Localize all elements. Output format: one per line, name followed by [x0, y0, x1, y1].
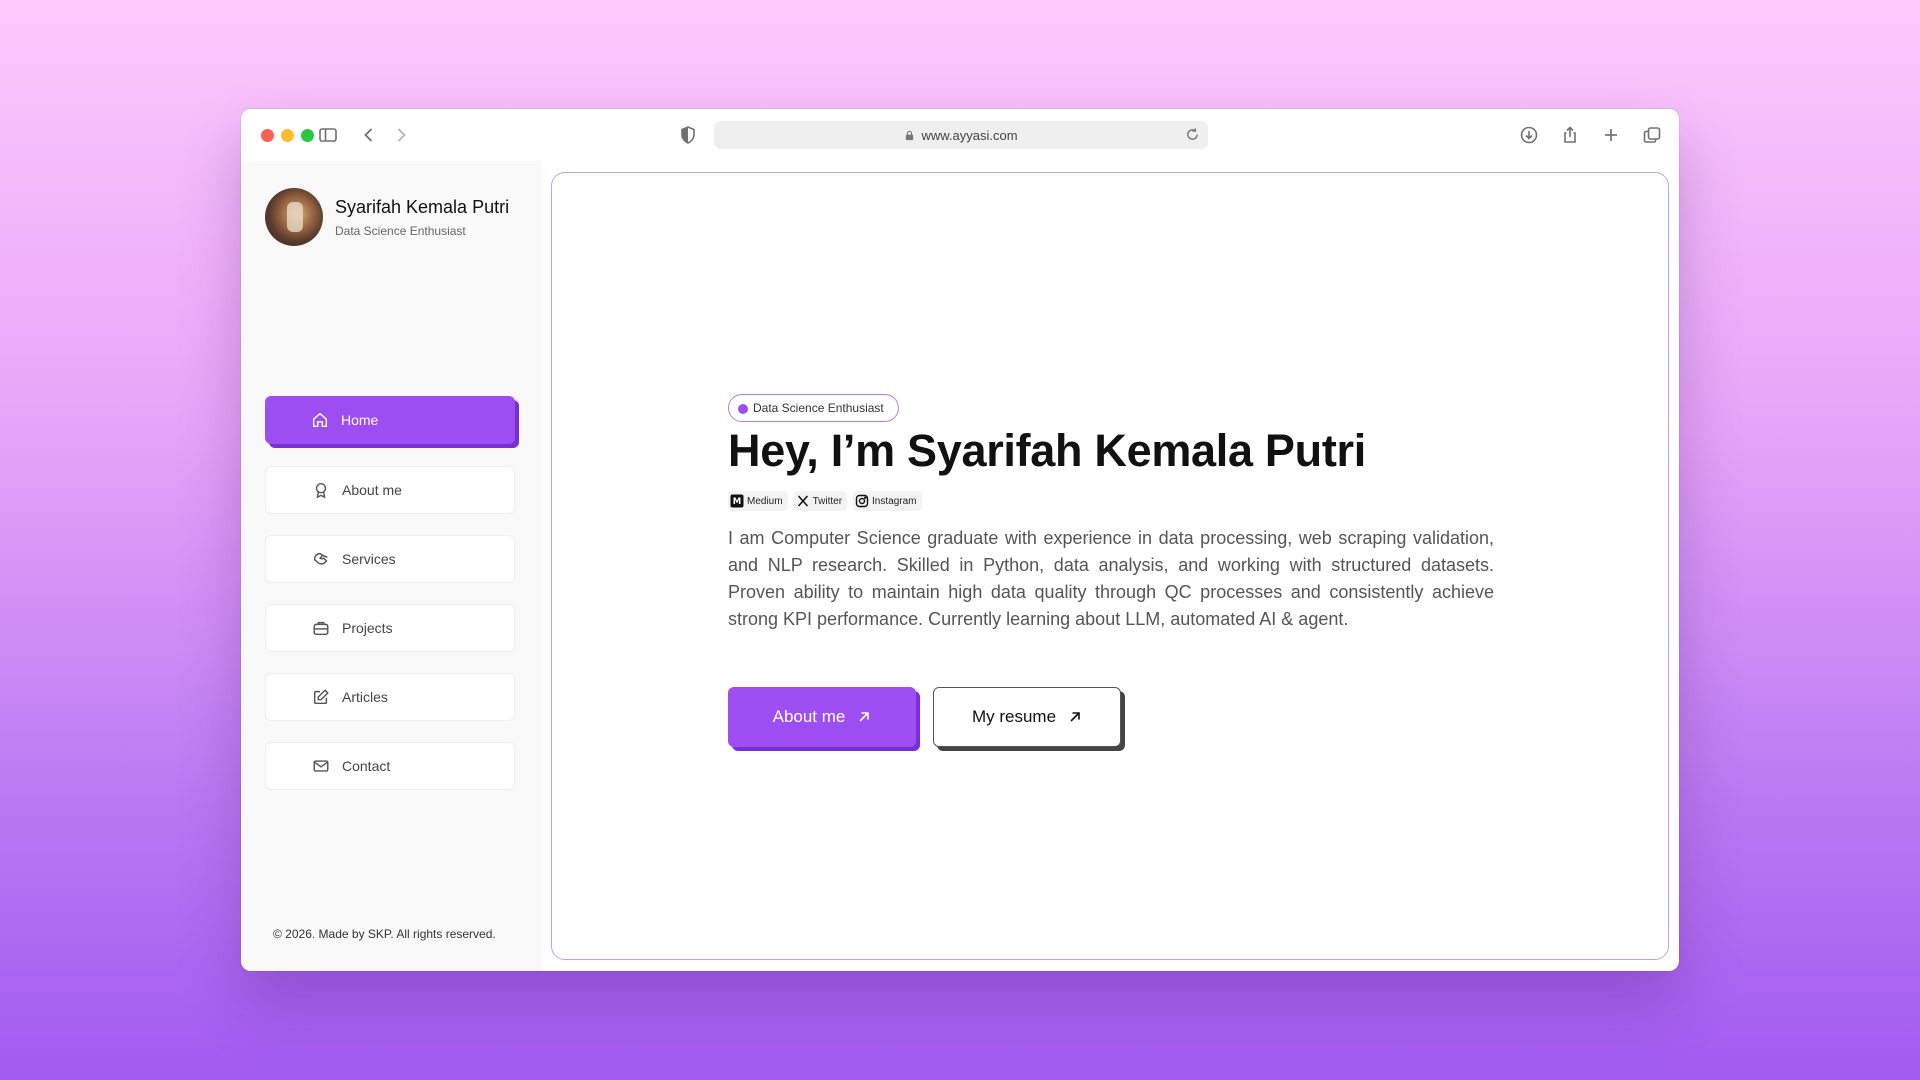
social-label: Twitter [812, 495, 843, 507]
forward-icon[interactable] [389, 123, 413, 147]
award-icon [315, 482, 327, 499]
minimize-window-button[interactable] [281, 129, 294, 142]
sidebar-item-articles[interactable]: Articles [265, 673, 515, 721]
sidebar-item-home[interactable]: Home [265, 396, 515, 444]
sidebar-item-services[interactable]: Services [265, 535, 515, 583]
sidebar-item-label: About me [342, 482, 402, 498]
instagram-link[interactable]: Instagram [853, 491, 922, 511]
back-icon[interactable] [357, 123, 381, 147]
zoom-window-button[interactable] [301, 129, 314, 142]
button-label: About me [772, 707, 846, 726]
sidebar-item-label: Projects [342, 620, 393, 636]
address-bar[interactable]: www.ayyasi.com [714, 121, 1208, 149]
close-window-button[interactable] [261, 129, 274, 142]
profile-name: Syarifah Kemala Putri [335, 197, 510, 217]
hero-description: I am Computer Science graduate with expe… [728, 528, 1494, 629]
home-icon [312, 412, 328, 428]
briefcase-icon [313, 621, 329, 636]
download-icon[interactable] [1517, 123, 1541, 147]
sidebar-item-projects[interactable]: Projects [265, 604, 515, 652]
mail-icon [313, 760, 329, 772]
edit-icon [313, 689, 329, 705]
tab-overview-icon[interactable] [1640, 123, 1664, 147]
medium-link[interactable]: M Medium [728, 491, 788, 511]
browser-toolbar: www.ayyasi.com [241, 109, 1679, 161]
sidebar: Syarifah Kemala Putri Data Science Enthu… [241, 161, 541, 971]
social-label: Medium [747, 495, 783, 507]
profile-role: Data Science Enthusiast [335, 224, 466, 238]
copyright-text: © 2026. Made by SKP. All rights reserved… [273, 927, 496, 941]
new-tab-icon[interactable] [1599, 123, 1623, 147]
url-text: www.ayyasi.com [921, 127, 1018, 143]
role-badge: Data Science Enthusiast [728, 394, 899, 422]
reload-icon[interactable] [1185, 127, 1200, 142]
handshake-icon [313, 552, 328, 565]
x-icon [797, 495, 808, 507]
sidebar-item-label: Contact [342, 758, 391, 774]
svg-text:M: M [733, 497, 741, 507]
privacy-shield-icon[interactable] [676, 123, 700, 147]
sidebar-item-about[interactable]: About me [265, 466, 515, 514]
sidebar-item-label: Services [342, 551, 396, 567]
about-me-button[interactable]: About me [728, 687, 916, 747]
arrow-up-right-icon [859, 712, 870, 722]
button-label: My resume [971, 707, 1057, 726]
sidebar-item-label: Articles [342, 689, 388, 705]
sidebar-item-contact[interactable]: Contact [265, 742, 515, 790]
lock-icon [906, 130, 914, 140]
arrow-up-right-icon [1070, 712, 1080, 722]
hero-title: Hey, I’m Syarifah Kemala Putri [728, 425, 1366, 476]
my-resume-button[interactable]: My resume [933, 687, 1121, 747]
instagram-icon [855, 494, 869, 508]
browser-window: www.ayyasi.com Syarifah Kemala Putri Dat… [241, 109, 1679, 971]
badge-dot-icon [738, 404, 748, 414]
avatar [265, 188, 323, 246]
badge-label: Data Science Enthusiast [753, 401, 884, 415]
medium-icon: M [730, 494, 744, 508]
sidebar-item-label: Home [341, 412, 379, 428]
hero-panel: Data Science Enthusiast Hey, I’m Syarifa… [551, 172, 1669, 960]
social-links: M Medium Twitter Instagram [728, 491, 922, 511]
social-label: Instagram [872, 495, 917, 507]
share-icon[interactable] [1558, 123, 1582, 147]
sidebar-toggle-icon[interactable] [316, 123, 340, 147]
twitter-link[interactable]: Twitter [793, 491, 848, 511]
